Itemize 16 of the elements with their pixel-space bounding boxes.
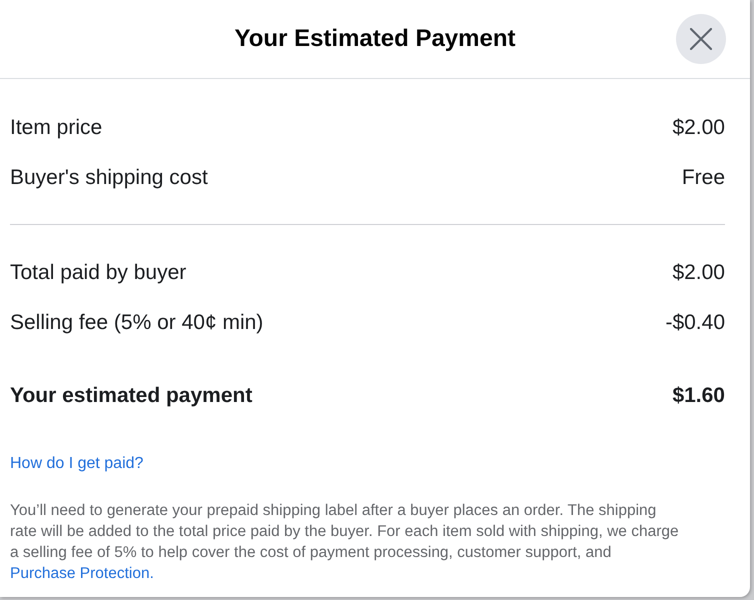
close-button[interactable] xyxy=(676,14,726,64)
purchase-protection-link[interactable]: Purchase Protection. xyxy=(10,565,154,582)
fee-amount: Free xyxy=(682,165,725,191)
fee-label: Total paid by buyer xyxy=(10,260,186,286)
fee-amount: $2.00 xyxy=(672,260,725,286)
total-amount: $1.60 xyxy=(672,383,725,409)
dialog-title: Your Estimated Payment xyxy=(234,24,516,54)
fee-label: Buyer's shipping cost xyxy=(10,165,208,191)
fee-amount: $2.00 xyxy=(672,115,725,141)
fee-label: Item price xyxy=(10,115,102,141)
help-link[interactable]: How do I get paid? xyxy=(10,455,144,472)
fee-amount: -$0.40 xyxy=(665,310,725,336)
fee-label: Selling fee (5% or 40¢ min) xyxy=(10,310,264,336)
shipping-note: You’ll need to generate your prepaid shipping label after a buyer places an order. The shipping rate will be added to the total price paid by the buyer. For each item sold with shipping, we charge a selling fee of 5% to help cover the cost of payment processing, customer support, and Purchase Protection. xyxy=(10,501,680,584)
total-label: Your estimated payment xyxy=(10,383,252,409)
close-icon xyxy=(690,28,712,50)
